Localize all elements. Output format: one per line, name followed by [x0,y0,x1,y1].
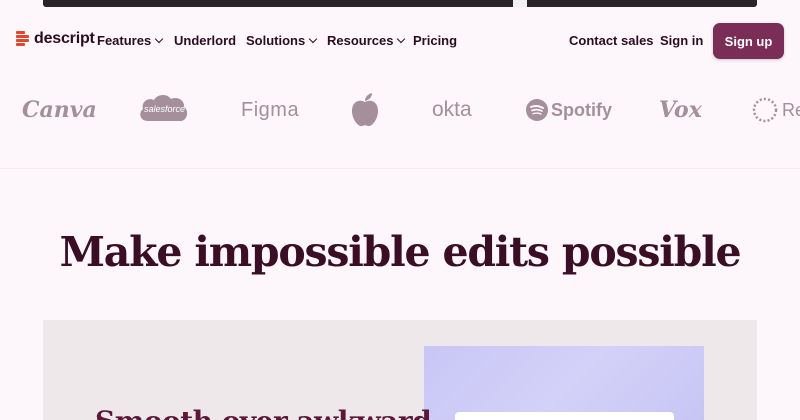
hero-image-strip [43,0,757,7]
apple-icon [352,93,378,127]
nav-item-pricing[interactable]: Pricing [413,33,457,48]
top-navigation: descript Features Underlord Solutions Re… [0,22,800,60]
feature-media-preview [424,346,704,420]
spotify-icon [526,99,548,121]
salesforce-logo: salesforce [136,88,190,132]
chevron-down-icon [154,34,164,44]
nav-item-label: Pricing [413,33,458,48]
apple-logo [349,88,381,132]
nav-item-solutions[interactable]: Solutions [246,33,318,48]
hero-image-detail [513,0,527,7]
section-divider [0,168,800,169]
customer-logo-strip: Canva salesforce Figma okta Spotify Vox … [0,88,800,132]
vox-logo: Vox [659,97,702,123]
re-wordmark: Re [782,99,800,120]
spotify-wordmark: Spotify [551,99,612,120]
page-headline: Make impossible edits possible [59,228,742,276]
okta-logo: okta [432,98,472,121]
nav-item-label: Underlord [174,33,237,48]
re-logo: Re [751,88,800,132]
sign-in-label: Sign in [660,33,704,48]
brand-name: descript [34,30,95,47]
nav-item-features[interactable]: Features [97,33,164,48]
nav-item-label: Features [97,33,152,48]
nav-item-underlord[interactable]: Underlord [174,33,236,48]
feature-subheadline: Smooth over awkward [95,405,432,420]
canva-logo: Canva [22,97,97,123]
nav-item-label: Resources [327,33,394,48]
descript-logo-icon [16,30,30,48]
sign-in-link[interactable]: Sign in [660,33,703,48]
chevron-down-icon [397,34,406,44]
descript-logo[interactable]: descript [16,30,95,48]
sign-up-button[interactable]: Sign up [713,23,784,59]
media-ui-panel [455,412,674,420]
spotify-logo: Spotify [526,88,612,132]
contact-sales-label: Contact sales [569,33,654,48]
figma-logo: Figma [241,98,300,121]
contact-sales-link[interactable]: Contact sales [569,33,654,48]
nav-item-resources[interactable]: Resources [327,33,406,48]
chevron-down-icon [308,34,318,44]
dotted-circle-icon [752,97,778,123]
salesforce-wordmark: salesforce [144,104,186,114]
nav-item-label: Solutions [246,33,306,48]
